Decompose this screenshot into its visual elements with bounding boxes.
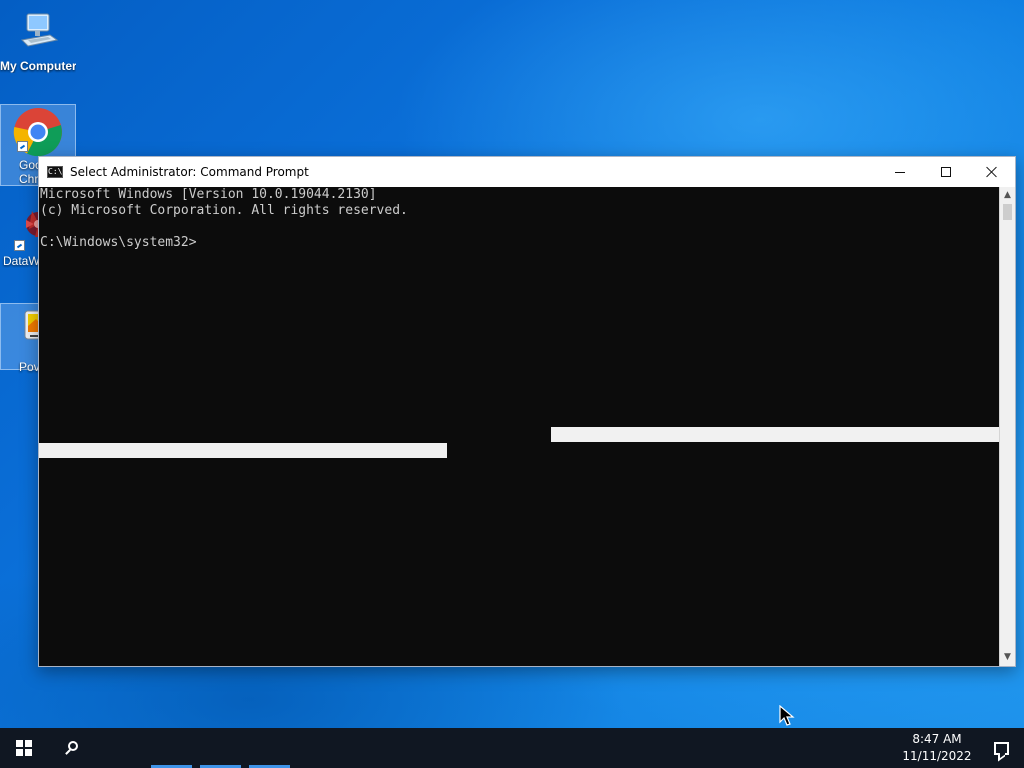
console-selection-highlight: [39, 443, 447, 458]
clock-date: 11/11/2022: [902, 749, 972, 763]
window-titlebar[interactable]: C:\ Select Administrator: Command Prompt: [39, 157, 1015, 187]
console-output-area[interactable]: Microsoft Windows [Version 10.0.19044.21…: [39, 187, 999, 666]
mouse-cursor-icon: [779, 705, 795, 726]
command-prompt-icon: C:\: [47, 166, 63, 178]
taskbar: 8:47 AM 11/11/2022: [0, 728, 1024, 768]
start-button[interactable]: [0, 728, 48, 768]
windows-logo-icon: [16, 740, 32, 756]
console-line-version: Microsoft Windows [Version 10.0.19044.21…: [40, 187, 377, 202]
vertical-scrollbar[interactable]: ▲ ▼: [999, 187, 1015, 666]
scroll-up-arrow-icon[interactable]: ▲: [1002, 190, 1013, 201]
window-title: Select Administrator: Command Prompt: [70, 165, 309, 179]
console-prompt-line[interactable]: C:\Windows\system32>: [39, 235, 999, 251]
minimize-icon: [895, 171, 905, 173]
close-button[interactable]: [969, 157, 1015, 187]
shortcut-arrow-icon: [17, 141, 28, 152]
console-line-copyright: (c) Microsoft Corporation. All rights re…: [40, 203, 408, 218]
scrollbar-thumb[interactable]: [1003, 204, 1012, 220]
notification-center-button[interactable]: [978, 728, 1024, 768]
scroll-down-arrow-icon[interactable]: ▼: [1002, 652, 1013, 663]
maximize-icon: [941, 167, 951, 177]
search-button[interactable]: [48, 728, 96, 768]
console-selection-highlight: [551, 427, 999, 442]
desktop-icon-label: My Computer: [0, 59, 76, 73]
command-prompt-window[interactable]: C:\ Select Administrator: Command Prompt…: [38, 156, 1016, 667]
taskbar-clock[interactable]: 8:47 AM 11/11/2022: [902, 731, 972, 765]
notification-icon: [993, 741, 1009, 755]
shortcut-arrow-icon: [14, 240, 25, 251]
minimize-button[interactable]: [877, 157, 923, 187]
computer-icon: [20, 13, 59, 47]
maximize-button[interactable]: [923, 157, 969, 187]
clock-time: 8:47 AM: [912, 732, 962, 746]
my-computer-desktop-icon[interactable]: My Computer: [0, 5, 76, 75]
desktop: My Computer Goo Chr DataW Pov C:\ Select…: [0, 0, 1024, 728]
search-icon: [64, 740, 80, 756]
close-icon: [986, 166, 998, 178]
